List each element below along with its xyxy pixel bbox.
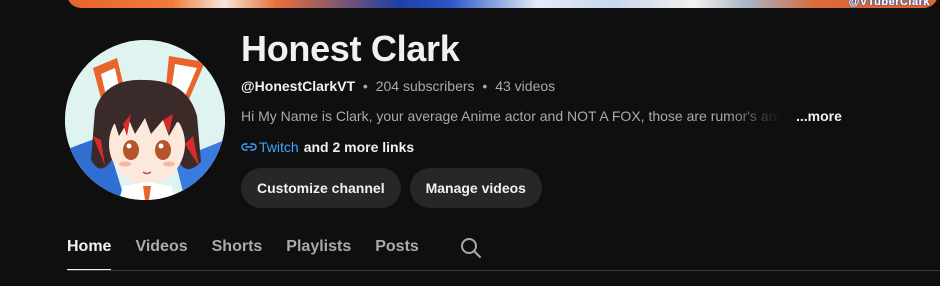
channel-name: Honest Clark xyxy=(241,28,460,69)
meta-separator: • xyxy=(482,78,488,94)
tabs-divider xyxy=(67,270,940,271)
search-icon xyxy=(460,238,481,258)
avatar-illustration xyxy=(65,40,225,200)
more-button[interactable]: ...more xyxy=(796,106,842,126)
tab-videos[interactable]: Videos xyxy=(135,230,187,271)
channel-banner[interactable]: @VTuberClark xyxy=(67,0,938,8)
channel-search-button[interactable] xyxy=(459,230,483,271)
subscriber-count: 204 subscribers xyxy=(375,78,475,94)
tab-shorts[interactable]: Shorts xyxy=(212,230,263,271)
channel-avatar[interactable] xyxy=(65,40,225,200)
tab-posts[interactable]: Posts xyxy=(375,230,419,271)
meta-separator: • xyxy=(362,78,368,94)
channel-info: Honest Clark @HonestClarkVT • 204 subscr… xyxy=(241,30,931,208)
channel-links: Twitch and 2 more links xyxy=(241,137,931,157)
manage-videos-button[interactable]: Manage videos xyxy=(409,168,542,208)
video-count: 43 videos xyxy=(495,78,556,94)
channel-meta: @HonestClarkVT • 204 subscribers • 43 vi… xyxy=(241,77,931,95)
more-links-button[interactable]: and 2 more links xyxy=(304,137,414,157)
tab-home[interactable]: Home xyxy=(67,230,112,271)
link-icon xyxy=(241,143,257,151)
channel-description[interactable]: Hi My Name is Clark, your average Anime … xyxy=(241,106,931,126)
channel-handle: @HonestClarkVT xyxy=(241,78,356,94)
banner-watermark: @VTuberClark xyxy=(848,0,930,8)
tab-playlists[interactable]: Playlists xyxy=(286,230,351,271)
description-text: Hi My Name is Clark, your average Anime … xyxy=(241,108,781,124)
channel-actions: Customize channel Manage videos xyxy=(241,168,931,208)
customize-channel-button[interactable]: Customize channel xyxy=(241,168,401,208)
channel-tabs: Home Videos Shorts Playlists Posts xyxy=(67,230,483,271)
twitch-link[interactable]: Twitch xyxy=(259,137,299,157)
channel-page: @VTuberClark Honest Clark @HonestClarkVT… xyxy=(0,0,940,286)
